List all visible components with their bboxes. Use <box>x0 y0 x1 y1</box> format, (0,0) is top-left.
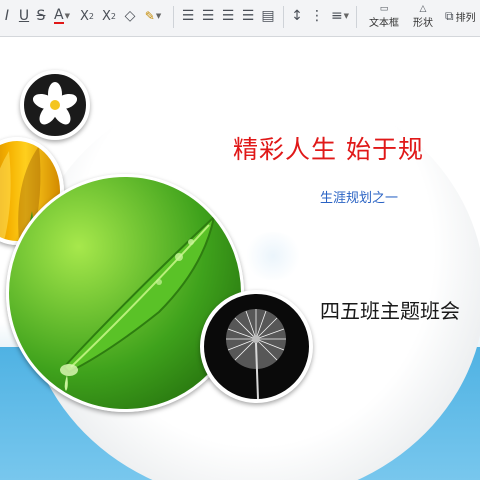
clear-format-icon[interactable]: ◇ <box>121 5 139 27</box>
text-box-label: 文本框 <box>369 17 399 29</box>
distribute-icon[interactable]: ▤ <box>259 5 277 27</box>
bullets-icon[interactable]: ⋮ <box>308 5 326 27</box>
italic-icon[interactable]: I <box>0 5 14 27</box>
strikethrough-icon[interactable]: S <box>33 5 49 27</box>
slide-title[interactable]: 精彩人生 始于规 <box>233 130 424 166</box>
arrange-button[interactable]: ⧉ 排列 <box>445 5 480 27</box>
numbering-icon[interactable]: ≡ ▼ <box>328 5 352 27</box>
text-box-button[interactable]: ▭ 文本框 <box>362 3 406 29</box>
dandelion-image <box>200 290 313 403</box>
arrange-label: 排列 <box>455 12 476 24</box>
slide-canvas[interactable]: 精彩人生 始于规 生涯规划之一 四五班主题班会 <box>0 37 480 480</box>
soft-glow <box>243 232 303 280</box>
shape-icon: △ <box>419 3 427 14</box>
font-color-icon[interactable]: A ▼ <box>51 5 73 27</box>
textbox-icon: ▭ <box>379 3 389 14</box>
arrange-icon: ⧉ <box>445 8 454 23</box>
toolbar-divider <box>173 6 174 28</box>
shape-label: 形状 <box>413 17 433 29</box>
justify-icon[interactable]: ☰ <box>239 5 257 27</box>
class-meeting-label[interactable]: 四五班主题班会 <box>320 295 460 324</box>
frangipani-flower-image <box>20 70 90 140</box>
align-right-icon[interactable]: ☰ <box>219 5 237 27</box>
line-spacing-icon[interactable]: ↕ <box>288 5 306 27</box>
shape-button[interactable]: △ 形状 <box>408 3 438 29</box>
align-left-icon[interactable]: ☰ <box>179 5 197 27</box>
underline-icon[interactable]: U <box>16 5 32 27</box>
slide-subtitle[interactable]: 生涯规划之一 <box>320 187 398 206</box>
subscript-icon[interactable]: X2 <box>99 5 119 27</box>
formatting-toolbar: I U S A ▼ X2 X2 ◇ ✎ ▼ ☰ ☰ ☰ ☰ ▤ ↕ ⋮ ≡ ▼ ▭ 文… <box>0 0 480 37</box>
toolbar-divider <box>356 6 357 28</box>
align-center-icon[interactable]: ☰ <box>199 5 217 27</box>
superscript-icon[interactable]: X2 <box>77 5 97 27</box>
text-highlight-icon[interactable]: ✎ ▼ <box>140 5 166 27</box>
toolbar-divider <box>283 6 284 28</box>
